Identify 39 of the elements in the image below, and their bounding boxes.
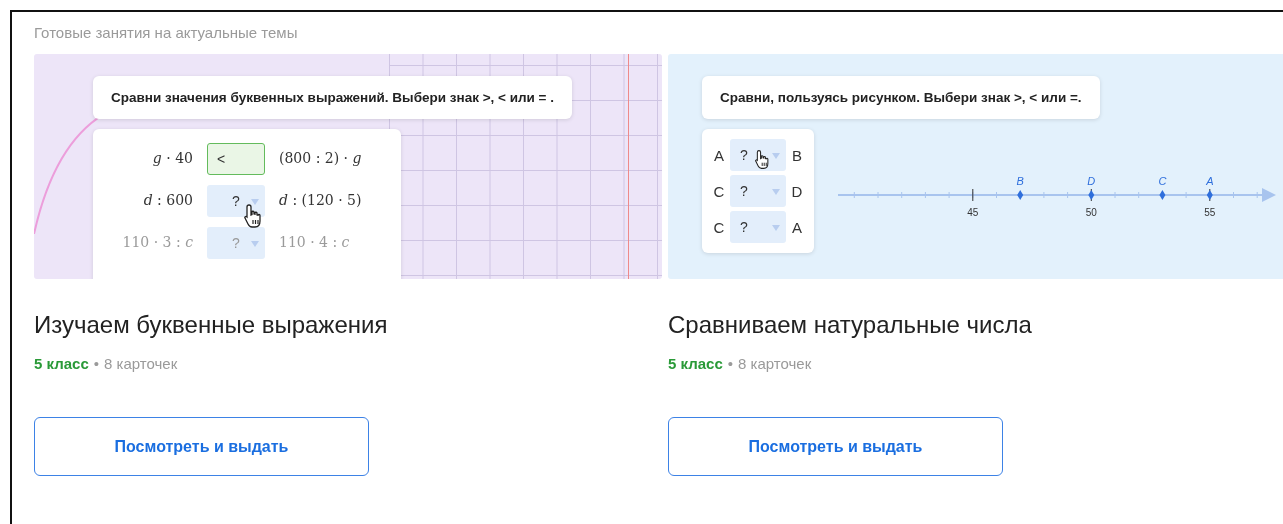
task-prompt: Сравни, пользуясь рисунком. Выбери знак >, < или =. xyxy=(702,76,1100,119)
caret-icon xyxy=(772,189,780,195)
task-prompt: Сравни значения буквенных выражений. Выбери знак >, < или = . xyxy=(93,76,572,119)
point-letter: A xyxy=(791,218,803,236)
number-line-point: C xyxy=(1158,175,1167,200)
grade-label: 5 класс xyxy=(34,355,89,372)
section-title: Готовые занятия на актуальные темы xyxy=(34,24,299,41)
expression: d : (120 · 5) xyxy=(278,191,363,211)
number-line-point: A xyxy=(1206,175,1214,200)
axis-tick-label: 45 xyxy=(967,188,979,218)
caret-icon xyxy=(772,225,780,231)
expression: 110 · 3 : c xyxy=(121,233,194,253)
answer-dropdown[interactable]: ? xyxy=(730,211,786,243)
view-and-assign-button[interactable]: Посмотреть и выдать xyxy=(668,417,1003,476)
separator-dot: • xyxy=(727,355,734,372)
number-line-point: D xyxy=(1087,175,1096,200)
expression: 110 · 4 : c xyxy=(278,233,351,253)
point-letter: A xyxy=(713,146,725,164)
lesson-title: Сравниваем натуральные числа xyxy=(668,311,1033,339)
point-letter: D xyxy=(790,182,804,200)
point-letter: C xyxy=(712,218,726,236)
card-count: 8 карточек xyxy=(104,355,178,372)
answer-dropdown[interactable]: ? xyxy=(207,185,265,217)
caret-icon xyxy=(772,153,780,159)
number-line-point: B xyxy=(1016,175,1024,200)
view-and-assign-button[interactable]: Посмотреть и выдать xyxy=(34,417,369,476)
lesson-title: Изучаем буквенные выражения xyxy=(34,311,389,339)
grade-label: 5 класс xyxy=(668,355,723,372)
expression: g · 40 xyxy=(151,149,194,169)
expression: (800 : 2) · g xyxy=(278,149,363,169)
answer-dropdown[interactable]: ? xyxy=(730,139,786,171)
answer-dropdown[interactable]: ? xyxy=(730,175,786,207)
point-letter: B xyxy=(791,146,803,164)
point-letter: C xyxy=(712,182,726,200)
expression: d : 600 xyxy=(142,191,194,211)
caret-icon xyxy=(251,241,259,247)
answer-dropdown[interactable]: < xyxy=(207,143,265,175)
separator-dot: • xyxy=(93,355,100,372)
card-count: 8 карточек xyxy=(738,355,812,372)
